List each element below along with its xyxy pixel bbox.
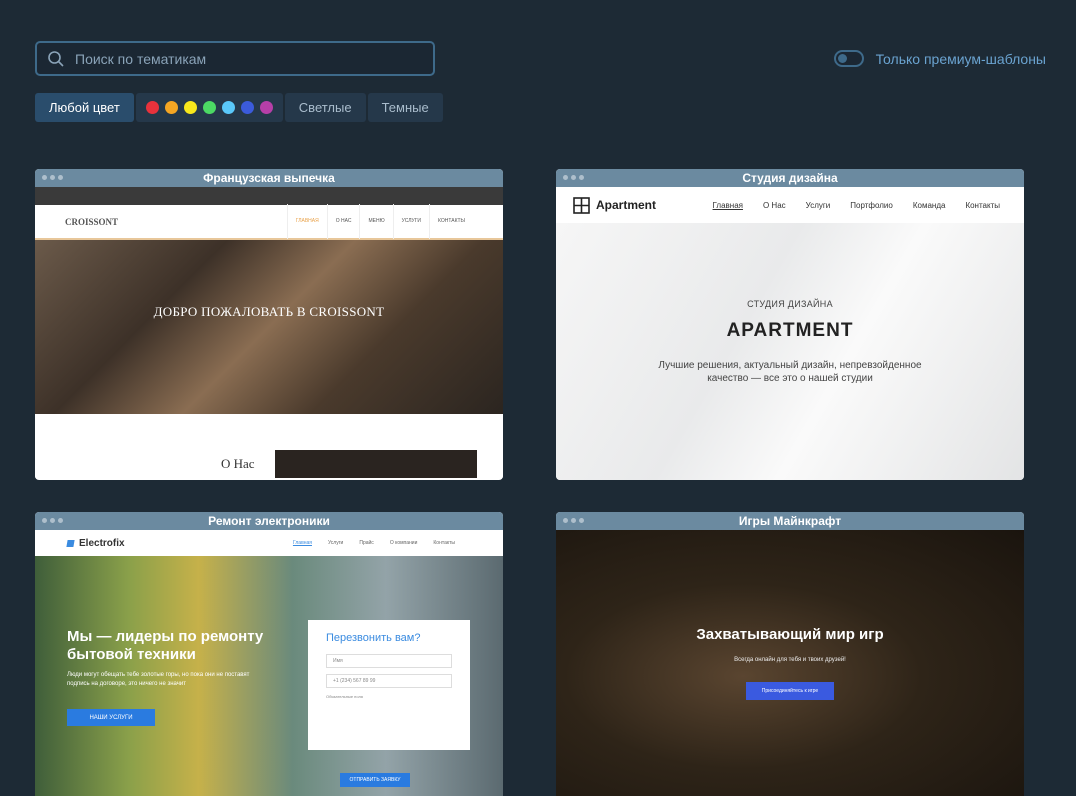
color-swatches xyxy=(135,93,283,122)
card-titlebar: Ремонт электроники xyxy=(35,512,503,530)
premium-toggle[interactable] xyxy=(833,50,864,67)
logo-mark-icon xyxy=(66,539,75,547)
preview-hero-button: Присоединяйтесь к игре xyxy=(746,682,834,700)
preview-about-image xyxy=(275,450,477,478)
preview-hero-button: НАШИ УСЛУГИ xyxy=(67,709,155,726)
preview-menu-item: Прайс xyxy=(359,540,374,546)
template-preview: Apartment Главная О Нас Услуги Портфолио… xyxy=(556,187,1024,480)
template-card-electronics-repair[interactable]: Ремонт электроники Electrofix Главная Ус… xyxy=(35,512,503,796)
preview-menu-item: Контакты xyxy=(433,540,455,546)
preview-form-button: ОТПРАВИТЬ ЗАЯВКУ xyxy=(340,773,410,787)
color-swatch-light-blue[interactable] xyxy=(221,101,235,114)
color-swatch-red[interactable] xyxy=(145,101,159,114)
preview-menu: Главная Услуги Прайс О компании Контакты xyxy=(285,540,463,546)
preview-menu-item: О компании xyxy=(389,540,418,546)
preview-menu: Главная О Нас Услуги Портфолио Команда К… xyxy=(703,201,1010,210)
preview-about: О Нас xyxy=(35,414,503,478)
preview-hero-title: Мы — лидеры по ремонту бытовой техники xyxy=(67,628,264,663)
preview-logo-text: Electrofix xyxy=(79,537,125,549)
card-title: Студия дизайна xyxy=(742,171,838,185)
window-dots-icon xyxy=(563,175,584,180)
preview-logo: Apartment xyxy=(573,196,657,214)
premium-toggle-label: Только премиум-шаблоны xyxy=(875,50,1046,67)
card-title: Ремонт электроники xyxy=(208,514,330,528)
card-title: Игры Майнкрафт xyxy=(738,514,842,528)
preview-menu-item: Контакты xyxy=(965,200,1000,210)
preview-form-name-field: Имя xyxy=(326,654,452,668)
any-color-button[interactable]: Любой цвет xyxy=(35,93,134,122)
window-dots-icon xyxy=(563,518,584,523)
preview-menu-item: УСЛУГИ xyxy=(392,204,429,239)
preview-top-strip xyxy=(35,187,503,205)
preview-hero-text: Всегда онлайн для тебя и твоих друзей! xyxy=(734,657,846,663)
color-swatch-yellow[interactable] xyxy=(183,101,197,114)
preview-menu-item: ГЛАВНАЯ xyxy=(286,204,327,239)
premium-filter[interactable]: Только премиум-шаблоны xyxy=(833,50,1046,67)
color-swatch-blue[interactable] xyxy=(240,101,254,114)
preview-hero-kicker: СТУДИЯ ДИЗАЙНА xyxy=(747,299,833,309)
preview-form-note: Обязательные поля xyxy=(326,694,363,699)
preview-menu-item: Главная xyxy=(712,200,743,210)
color-swatch-purple[interactable] xyxy=(259,101,273,114)
color-swatch-green[interactable] xyxy=(202,101,216,114)
template-card-bakery[interactable]: Французская выпечка CROISSONT ГЛАВНАЯ О … xyxy=(35,169,503,480)
grid-logo-icon xyxy=(573,196,590,214)
preview-menu-item: О Нас xyxy=(762,200,786,210)
preview-menu-item: Услуги xyxy=(805,200,831,210)
preview-hero-title: APARTMENT xyxy=(726,320,854,341)
preview-hero-text: Лучшие решения, актуальный дизайн, непре… xyxy=(658,360,922,384)
light-filter-button[interactable]: Светлые xyxy=(284,93,366,122)
preview-menu-item: Портфолио xyxy=(850,200,893,210)
card-titlebar: Французская выпечка xyxy=(35,169,503,187)
preview-form-phone-field: +1 (234) 567 89 99 xyxy=(326,674,452,688)
preview-nav: CROISSONT ГЛАВНАЯ О НАС МЕНЮ УСЛУГИ КОНТ… xyxy=(35,204,503,240)
preview-hero-title: Захватывающий мир игр xyxy=(696,626,884,643)
search-box[interactable] xyxy=(35,41,435,76)
window-dots-icon xyxy=(42,175,63,180)
preview-menu-item: Главная xyxy=(292,540,312,546)
preview-logo: Electrofix xyxy=(66,537,125,549)
search-icon xyxy=(48,50,64,67)
preview-menu-item: Услуги xyxy=(327,540,344,546)
preview-nav: Apartment Главная О Нас Услуги Портфолио… xyxy=(556,187,1024,223)
preview-nav: Electrofix Главная Услуги Прайс О компан… xyxy=(35,530,503,556)
preview-hero-title: ДОБРО ПОЖАЛОВАТЬ В CROISSONT xyxy=(153,304,385,319)
preview-hero-text: Люди могут обещать тебе золотые горы, но… xyxy=(67,672,250,687)
window-dots-icon xyxy=(42,518,63,523)
preview-menu: ГЛАВНАЯ О НАС МЕНЮ УСЛУГИ КОНТАКТЫ xyxy=(286,204,473,239)
template-preview: Electrofix Главная Услуги Прайс О компан… xyxy=(35,530,503,796)
preview-hero: Захватывающий мир игр Всегда онлайн для … xyxy=(556,530,1024,796)
preview-logo: CROISSONT xyxy=(65,216,119,227)
template-card-design-studio[interactable]: Студия дизайна Apartment Главная О Нас У… xyxy=(556,169,1024,480)
preview-menu-item: КОНТАКТЫ xyxy=(429,204,473,239)
preview-menu-item: Команда xyxy=(912,200,946,210)
preview-menu-item: МЕНЮ xyxy=(359,204,392,239)
template-card-minecraft[interactable]: Игры Майнкрафт Захватывающий мир игр Все… xyxy=(556,512,1024,796)
preview-hero: ДОБРО ПОЖАЛОВАТЬ В CROISSONT xyxy=(35,240,503,414)
card-titlebar: Студия дизайна xyxy=(556,169,1024,187)
preview-menu-item: О НАС xyxy=(326,204,360,239)
card-title: Французская выпечка xyxy=(203,171,335,185)
preview-form-title: Перезвонить вам? xyxy=(326,632,421,644)
preview-callback-form: Перезвонить вам? Имя +1 (234) 567 89 99 … xyxy=(308,620,470,787)
template-preview: Захватывающий мир игр Всегда онлайн для … xyxy=(556,530,1024,796)
search-input[interactable] xyxy=(75,50,415,67)
color-swatch-orange[interactable] xyxy=(164,101,178,114)
card-titlebar: Игры Майнкрафт xyxy=(556,512,1024,530)
preview-about-heading: О Нас xyxy=(221,456,255,471)
preview-logo-text: Apartment xyxy=(596,198,657,212)
preview-hero: Мы — лидеры по ремонту бытовой техники Л… xyxy=(35,556,503,796)
preview-hero: СТУДИЯ ДИЗАЙНА APARTMENT Лучшие решения,… xyxy=(556,223,1024,480)
dark-filter-button[interactable]: Темные xyxy=(367,93,443,122)
template-preview: CROISSONT ГЛАВНАЯ О НАС МЕНЮ УСЛУГИ КОНТ… xyxy=(35,187,503,478)
color-filters: Любой цвет Светлые Темные xyxy=(35,93,443,122)
